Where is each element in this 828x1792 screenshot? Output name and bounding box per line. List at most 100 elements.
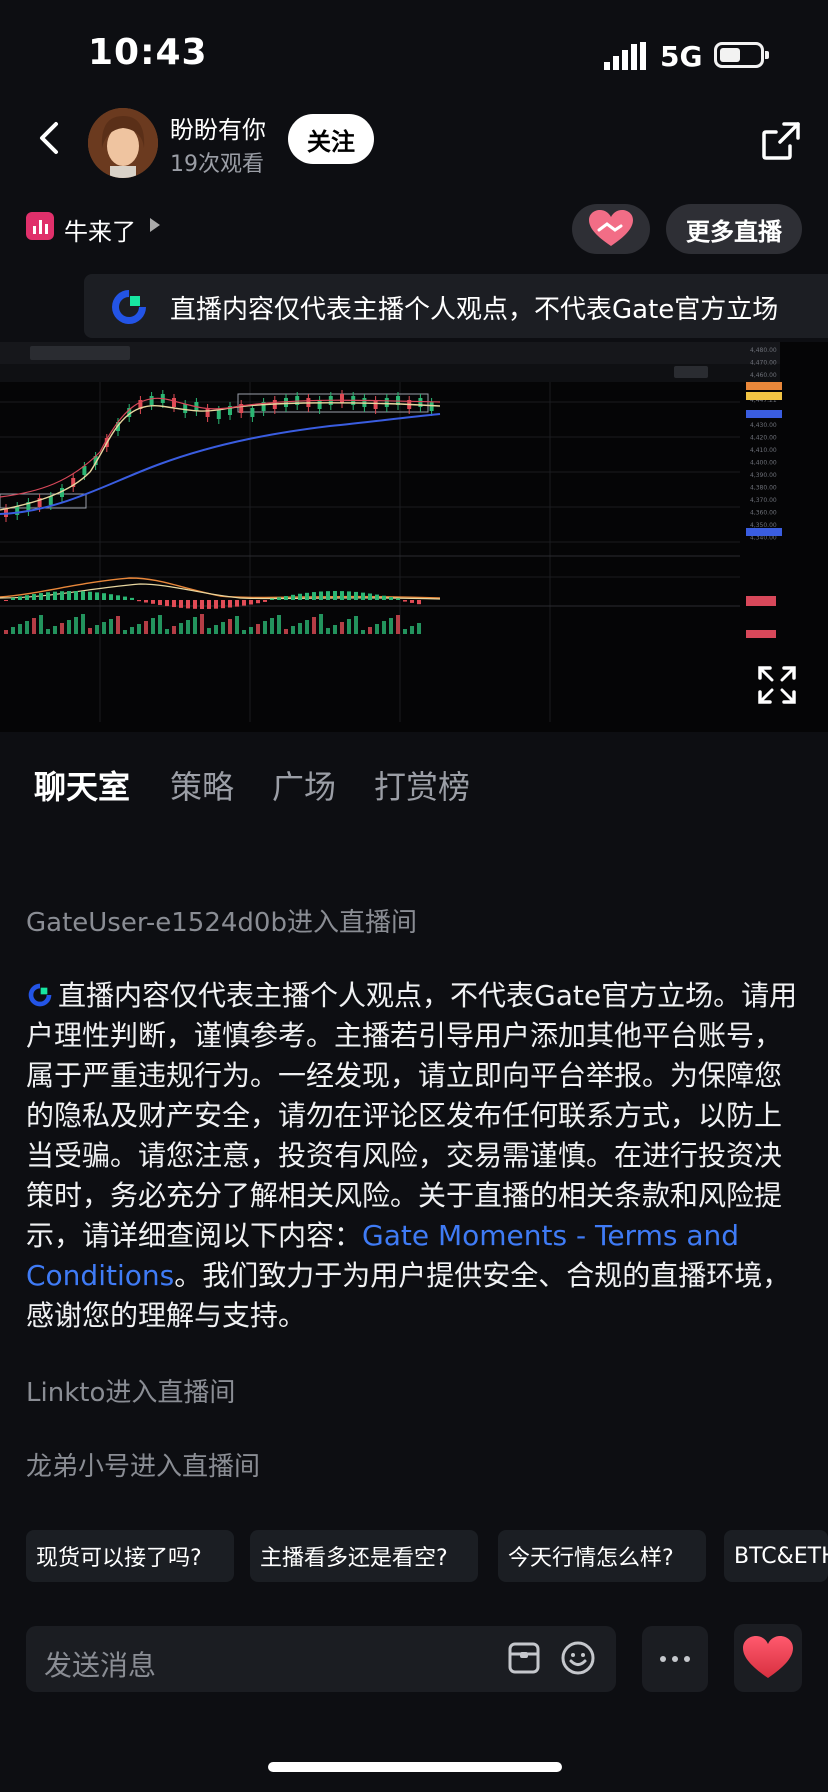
macd-bar: [312, 592, 316, 600]
macd-bar: [130, 597, 134, 600]
volume-bar: [298, 623, 302, 634]
macd-bar: [221, 600, 225, 609]
topic-tag[interactable]: 牛来了: [64, 212, 136, 247]
price-axis-label: 4,470.00: [750, 360, 777, 367]
volume-bar: [200, 614, 204, 634]
volume-bar: [116, 616, 120, 634]
volume-bar: [137, 624, 141, 634]
macd-bar: [396, 598, 400, 600]
macd-bar: [326, 591, 330, 600]
volume-bar: [11, 627, 15, 634]
volume-bar: [4, 630, 8, 634]
live-header: 盼盼有你 19次观看 关注: [0, 100, 828, 200]
macd-bar: [235, 600, 239, 607]
candle-body: [183, 404, 188, 413]
macd-bar: [368, 593, 372, 600]
back-arrow-icon[interactable]: [30, 118, 70, 158]
macd-bar: [193, 600, 197, 609]
candle-body: [373, 400, 378, 409]
volume-bar: [221, 622, 225, 634]
share-icon[interactable]: [760, 120, 802, 162]
macd-bar: [32, 594, 36, 600]
volume-bar: [193, 617, 197, 634]
fullscreen-icon[interactable]: [756, 664, 798, 706]
volume-bar: [354, 616, 358, 634]
message-input[interactable]: 发送消息: [26, 1626, 616, 1692]
like-button[interactable]: [734, 1624, 802, 1692]
candle-body: [216, 410, 221, 419]
volume-bar: [207, 628, 211, 634]
volume-bar: [410, 626, 414, 634]
signal-icon: [604, 42, 646, 70]
price-axis-label: 4,430.00: [750, 422, 777, 429]
macd-bar: [95, 592, 99, 600]
macd-bar: [18, 596, 22, 600]
macd-bar: [137, 600, 141, 602]
macd-bar: [340, 591, 344, 600]
more-dots-icon: [660, 1656, 666, 1662]
volume-bar: [333, 625, 337, 634]
quick-reply-chip[interactable]: 现货可以接了吗?: [26, 1530, 234, 1582]
candle-body: [384, 398, 389, 407]
volume-bar: [319, 614, 323, 634]
home-indicator: [268, 1762, 562, 1772]
volume-bar: [81, 614, 85, 634]
macd-bar: [179, 600, 183, 608]
macd-bar: [11, 597, 15, 600]
content-tabs: 聊天室 策略 广场 打赏榜: [0, 732, 828, 836]
quick-reply-chip[interactable]: BTC&ETH: [724, 1530, 828, 1582]
host-name[interactable]: 盼盼有你: [170, 110, 266, 145]
live-video-stream[interactable]: 4,480.004,470.004,460.004,450.004,447.21…: [0, 342, 828, 732]
volume-bar: [277, 615, 281, 634]
macd-bar: [214, 600, 218, 609]
macd-bar: [165, 600, 169, 607]
volume-bar: [361, 630, 365, 634]
macd-bar: [270, 598, 274, 600]
entry-message: Linkto进入直播间: [26, 1378, 236, 1408]
more-live-button[interactable]: 更多直播: [666, 204, 802, 254]
macd-bar: [158, 600, 162, 606]
volume-bar: [18, 624, 22, 634]
macd-bar: [284, 596, 288, 600]
tab-reward-rank[interactable]: 打赏榜: [374, 762, 470, 808]
volume-bar: [179, 623, 183, 634]
volume-bar: [172, 626, 176, 634]
macd-bar: [46, 592, 50, 600]
macd-bar: [410, 600, 414, 603]
volume-bar: [368, 627, 372, 634]
candle-body: [205, 408, 210, 417]
volume-bar: [46, 629, 50, 634]
volume-bar: [249, 627, 253, 634]
macd-bar: [144, 600, 148, 603]
quick-reply-chip[interactable]: 今天行情怎么样?: [498, 1530, 706, 1582]
gift-box-icon[interactable]: [506, 1640, 542, 1676]
tab-strategy[interactable]: 策略: [170, 762, 234, 808]
more-options-button[interactable]: [642, 1626, 708, 1692]
volume-bar: [389, 618, 393, 634]
volume-bar: [263, 621, 267, 634]
quick-reply-chip[interactable]: 主播看多还是看空?: [250, 1530, 478, 1582]
notice-text-part: 直播内容仅代表主播个人观点，不代表Gate官方立场。请用户理性判断，谨慎参考。主…: [26, 979, 798, 1252]
macd-bar: [277, 597, 281, 600]
macd-bar: [88, 591, 92, 600]
volume-bar: [67, 620, 71, 634]
volume-bar: [291, 626, 295, 634]
heart-handshake-button[interactable]: [572, 204, 650, 254]
play-arrow-icon: [150, 218, 160, 232]
emoji-icon[interactable]: [560, 1640, 596, 1676]
battery-icon: [714, 42, 769, 68]
macd-bar: [74, 591, 78, 600]
price-axis-label: 4,390.00: [750, 472, 777, 479]
tab-square[interactable]: 广场: [272, 762, 336, 808]
macd-bar: [333, 591, 337, 600]
volume-bar: [340, 622, 344, 634]
view-count: 19次观看: [170, 152, 264, 177]
macd-bar: [389, 596, 393, 600]
macd-bar: [298, 593, 302, 600]
follow-button[interactable]: 关注: [288, 114, 374, 164]
system-notice-message: 直播内容仅代表主播个人观点，不代表Gate官方立场。请用户理性判断，谨慎参考。主…: [26, 976, 806, 1336]
volume-bar: [102, 622, 106, 634]
volume-bar: [347, 619, 351, 634]
host-avatar[interactable]: [88, 108, 158, 178]
tab-chatroom[interactable]: 聊天室: [34, 762, 130, 808]
